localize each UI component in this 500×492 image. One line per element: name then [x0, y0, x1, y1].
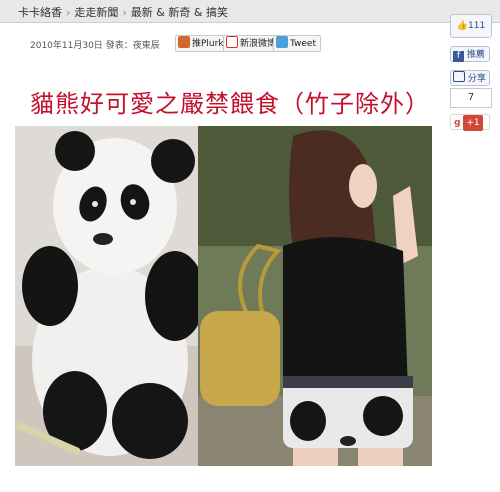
like-count: 111: [468, 21, 486, 31]
google-plus-icon: g: [454, 118, 461, 128]
sina-label: 新浪微博: [240, 39, 277, 49]
gplus-label: +1: [463, 115, 483, 131]
share-count: 7: [450, 88, 492, 108]
twitter-icon: [276, 36, 288, 48]
like-button[interactable]: 👍111: [450, 14, 492, 38]
breadcrumb-separator: ›: [122, 6, 127, 19]
post-title: 貓熊好可愛之嚴禁餵食（竹子除外）: [30, 90, 430, 118]
tweet-label: Tweet: [290, 39, 316, 49]
post-author[interactable]: 夜東辰: [133, 41, 160, 51]
thumbs-up-icon: 👍: [456, 21, 469, 31]
panda-cub-photo: [15, 126, 198, 466]
breadcrumb-separator: ›: [66, 6, 71, 19]
breadcrumb-item-site[interactable]: 卡卡絡香: [18, 6, 62, 19]
post-meta: 2010年11月30日 發表：夜東辰: [30, 38, 160, 51]
post-date: 2010年11月30日: [30, 41, 103, 51]
facebook-recommend-button[interactable]: f 推薦: [450, 46, 490, 62]
breadcrumb-item-news[interactable]: 走走新聞: [74, 6, 118, 19]
top-bar: 卡卡絡香 › 走走新聞 › 最新 & 新奇 & 搞笑: [0, 0, 500, 23]
breadcrumb-item-category[interactable]: 最新 & 新奇 & 搞笑: [131, 6, 228, 19]
plurk-icon: [178, 36, 190, 48]
share-button[interactable]: 分享: [450, 70, 490, 86]
share-label: 分享: [467, 74, 486, 84]
girl-panda-shorts-photo: [198, 126, 432, 466]
plurk-label: 推Plurk: [192, 39, 224, 49]
share-icon: [453, 71, 465, 82]
plurk-share-button[interactable]: 推Plurk: [175, 35, 229, 52]
google-plus-one-button[interactable]: g +1: [450, 114, 490, 131]
breadcrumb: 卡卡絡香 › 走走新聞 › 最新 & 新奇 & 搞笑: [18, 4, 228, 20]
author-label: 發表：: [105, 41, 133, 51]
facebook-label: 推薦: [466, 50, 485, 60]
tweet-button[interactable]: Tweet: [273, 35, 321, 52]
facebook-icon: f: [453, 51, 464, 62]
weibo-icon: [226, 36, 238, 48]
